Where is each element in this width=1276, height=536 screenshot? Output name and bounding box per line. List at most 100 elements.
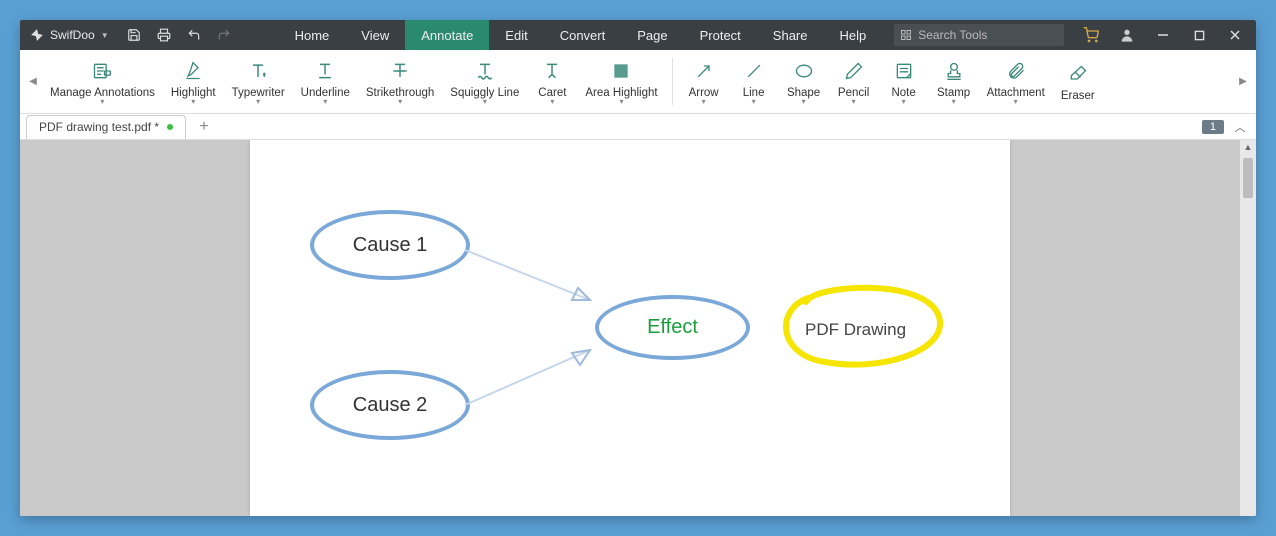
tool-arrow[interactable]: Arrow ▾	[679, 50, 729, 113]
tool-eraser[interactable]: Eraser	[1053, 50, 1103, 113]
menu-page[interactable]: Page	[621, 20, 683, 50]
tool-highlight[interactable]: Highlight ▾	[163, 50, 224, 113]
cart-button[interactable]	[1074, 20, 1108, 50]
strikethrough-icon	[390, 61, 410, 81]
tool-line[interactable]: Line ▾	[729, 50, 779, 113]
menu-edit[interactable]: Edit	[489, 20, 543, 50]
account-button[interactable]	[1110, 20, 1144, 50]
tool-shape[interactable]: Shape ▾	[779, 50, 829, 113]
chevron-down-icon: ▾	[802, 99, 806, 105]
arrow-cause2-to-effect[interactable]	[460, 335, 620, 415]
close-icon	[1229, 29, 1241, 41]
app-logo-icon	[30, 28, 44, 42]
save-icon	[127, 28, 141, 42]
chevron-down-icon: ▾	[256, 99, 260, 105]
scroll-up-icon: ▲	[1244, 140, 1253, 154]
attachment-icon	[1006, 61, 1026, 81]
chevron-down-icon: ▾	[902, 99, 906, 105]
menu-protect[interactable]: Protect	[684, 20, 757, 50]
chevron-down-icon: ▾	[1014, 99, 1018, 105]
close-button[interactable]	[1218, 20, 1252, 50]
menu-convert[interactable]: Convert	[544, 20, 622, 50]
maximize-button[interactable]	[1182, 20, 1216, 50]
scroll-thumb[interactable]	[1243, 158, 1253, 198]
underline-icon	[315, 61, 335, 81]
undo-button[interactable]	[179, 20, 209, 50]
shape-icon	[794, 61, 814, 81]
chevron-down-icon: ▾	[483, 99, 487, 105]
add-tab-button[interactable]: +	[192, 115, 216, 139]
collapse-ribbon-button[interactable]: ︿	[1230, 117, 1250, 137]
caret-icon	[542, 61, 562, 81]
shape-cause1-text: Cause 1	[353, 234, 428, 257]
typewriter-icon	[248, 61, 268, 81]
menu-view[interactable]: View	[345, 20, 405, 50]
app-window: SwifDoo ▼ Home View Annotate Edit Conver…	[20, 20, 1256, 516]
chevron-down-icon: ▾	[398, 99, 402, 105]
highlight-icon	[183, 61, 203, 81]
search-tools-input[interactable]: Search Tools	[894, 24, 1064, 46]
titlebar: SwifDoo ▼ Home View Annotate Edit Conver…	[20, 20, 1256, 50]
chevron-down-icon: ▾	[852, 99, 856, 105]
ribbon-scroll-left[interactable]: ◀	[24, 50, 42, 113]
menu-annotate[interactable]: Annotate	[405, 20, 489, 50]
save-button[interactable]	[119, 20, 149, 50]
vertical-scrollbar[interactable]: ▲	[1240, 140, 1256, 516]
chevron-down-icon: ▾	[702, 99, 706, 105]
chevron-down-icon: ▾	[191, 99, 195, 105]
pdf-page[interactable]: Cause 1 Cause 2 Effect	[250, 140, 1010, 516]
note-icon	[894, 61, 914, 81]
line-icon	[744, 61, 764, 81]
maximize-icon	[1194, 30, 1205, 41]
cart-icon	[1083, 27, 1099, 43]
eraser-icon	[1068, 64, 1088, 84]
tool-note[interactable]: Note ▾	[879, 50, 929, 113]
arrow-icon	[694, 61, 714, 81]
arrow-cause1-to-effect[interactable]	[460, 240, 620, 320]
print-icon	[157, 28, 171, 42]
tool-area-highlight[interactable]: Area Highlight ▾	[577, 50, 665, 113]
tool-manage-annotations[interactable]: Manage Annotations ▾	[42, 50, 163, 113]
shape-cause1-ellipse[interactable]: Cause 1	[310, 210, 470, 280]
redo-icon	[217, 28, 231, 42]
minimize-icon	[1157, 29, 1169, 41]
tool-attachment[interactable]: Attachment ▾	[979, 50, 1053, 113]
shape-cause2-ellipse[interactable]: Cause 2	[310, 370, 470, 440]
shape-effect-text: Effect	[647, 316, 698, 339]
app-menu-chevron-icon: ▼	[101, 31, 109, 40]
redo-button[interactable]	[209, 20, 239, 50]
document-tab[interactable]: PDF drawing test.pdf *	[26, 115, 186, 139]
document-tabstrip: PDF drawing test.pdf * + 1 ︿	[20, 114, 1256, 140]
chevron-down-icon: ▾	[752, 99, 756, 105]
chevron-down-icon: ▾	[100, 99, 104, 105]
main-menu: Home View Annotate Edit Convert Page Pro…	[279, 20, 883, 50]
app-brand[interactable]: SwifDoo ▼	[20, 28, 119, 42]
stamp-icon	[944, 61, 964, 81]
tool-stamp[interactable]: Stamp ▾	[929, 50, 979, 113]
tool-underline[interactable]: Underline ▾	[293, 50, 358, 113]
tool-pencil[interactable]: Pencil ▾	[829, 50, 879, 113]
tool-caret[interactable]: Caret ▾	[527, 50, 577, 113]
search-placeholder: Search Tools	[918, 28, 987, 42]
annotate-ribbon: ◀ Manage Annotations ▾ Highlight ▾ Typew…	[20, 50, 1256, 114]
ribbon-separator	[672, 58, 673, 105]
document-tab-filename: PDF drawing test.pdf *	[39, 120, 159, 134]
menu-home[interactable]: Home	[279, 20, 346, 50]
app-name-text: SwifDoo	[50, 28, 95, 42]
unsaved-indicator-icon	[167, 124, 173, 130]
document-area: Cause 1 Cause 2 Effect	[20, 140, 1256, 516]
ribbon-scroll-right[interactable]: ▶	[1234, 50, 1252, 113]
search-grid-icon	[900, 29, 912, 41]
tool-typewriter[interactable]: Typewriter ▾	[224, 50, 293, 113]
page-number-indicator[interactable]: 1	[1202, 120, 1224, 134]
tool-strikethrough[interactable]: Strikethrough ▾	[358, 50, 442, 113]
menu-share[interactable]: Share	[757, 20, 824, 50]
print-button[interactable]	[149, 20, 179, 50]
minimize-button[interactable]	[1146, 20, 1180, 50]
menu-help[interactable]: Help	[824, 20, 883, 50]
chevron-down-icon: ▾	[323, 99, 327, 105]
tool-squiggly-line[interactable]: Squiggly Line ▾	[442, 50, 527, 113]
area-highlight-icon	[611, 61, 631, 81]
chevron-down-icon: ▾	[952, 99, 956, 105]
text-pdf-drawing[interactable]: PDF Drawing	[805, 320, 906, 341]
